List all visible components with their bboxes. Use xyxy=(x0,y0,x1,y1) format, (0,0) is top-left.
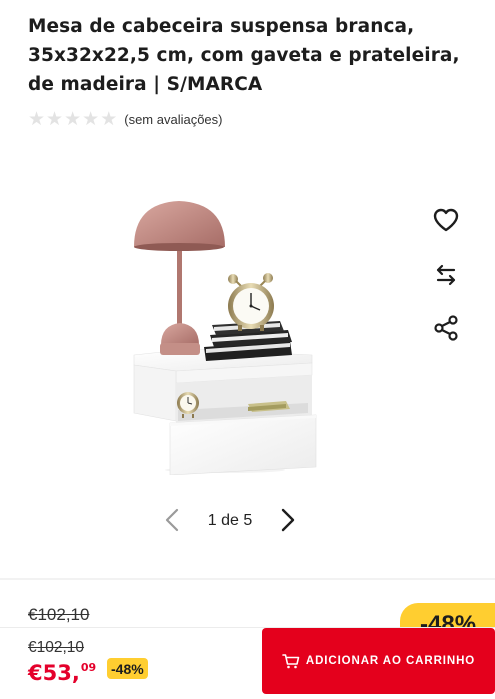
heart-icon xyxy=(433,208,459,235)
sticky-buy-bar: €102,10 €53,09 -48% ADICIONAR AO CARRINH… xyxy=(0,627,495,699)
star-icon: ★ xyxy=(100,108,118,130)
add-to-cart-button[interactable]: ADICIONAR AO CARRINHO xyxy=(262,628,495,694)
star-icon: ★ xyxy=(82,108,100,130)
add-to-cart-label: ADICIONAR AO CARRINHO xyxy=(305,655,476,667)
discount-badge: -48% xyxy=(107,658,148,679)
compare-button[interactable] xyxy=(430,260,462,292)
rating[interactable]: ★ ★ ★ ★ ★ (sem avaliações) xyxy=(28,109,223,129)
chevron-right-icon xyxy=(281,508,295,535)
star-icon: ★ xyxy=(64,108,82,130)
section-divider xyxy=(0,578,495,580)
product-image[interactable] xyxy=(120,185,330,476)
next-image-button[interactable] xyxy=(276,505,300,537)
gallery-counter: 1 de 5 xyxy=(207,512,253,529)
star-icon: ★ xyxy=(46,108,64,130)
old-price-background: €102,10 xyxy=(28,605,90,624)
favorite-button[interactable] xyxy=(430,205,462,237)
share-icon xyxy=(433,314,459,344)
gallery-pager: 1 de 5 xyxy=(160,505,300,537)
previous-image-button[interactable] xyxy=(160,505,184,537)
share-button[interactable] xyxy=(430,313,462,345)
cart-icon xyxy=(282,653,300,669)
reviews-count: (sem avaliações) xyxy=(124,111,223,127)
old-price: €102,10 xyxy=(28,639,85,656)
product-title: Mesa de cabeceira suspensa branca, 35x32… xyxy=(28,16,460,95)
current-price: €53,09 xyxy=(28,661,97,685)
rating-stars: ★ ★ ★ ★ ★ xyxy=(28,109,117,129)
star-icon: ★ xyxy=(28,108,46,130)
chevron-left-icon xyxy=(165,508,179,535)
compare-arrows-icon xyxy=(434,264,458,289)
